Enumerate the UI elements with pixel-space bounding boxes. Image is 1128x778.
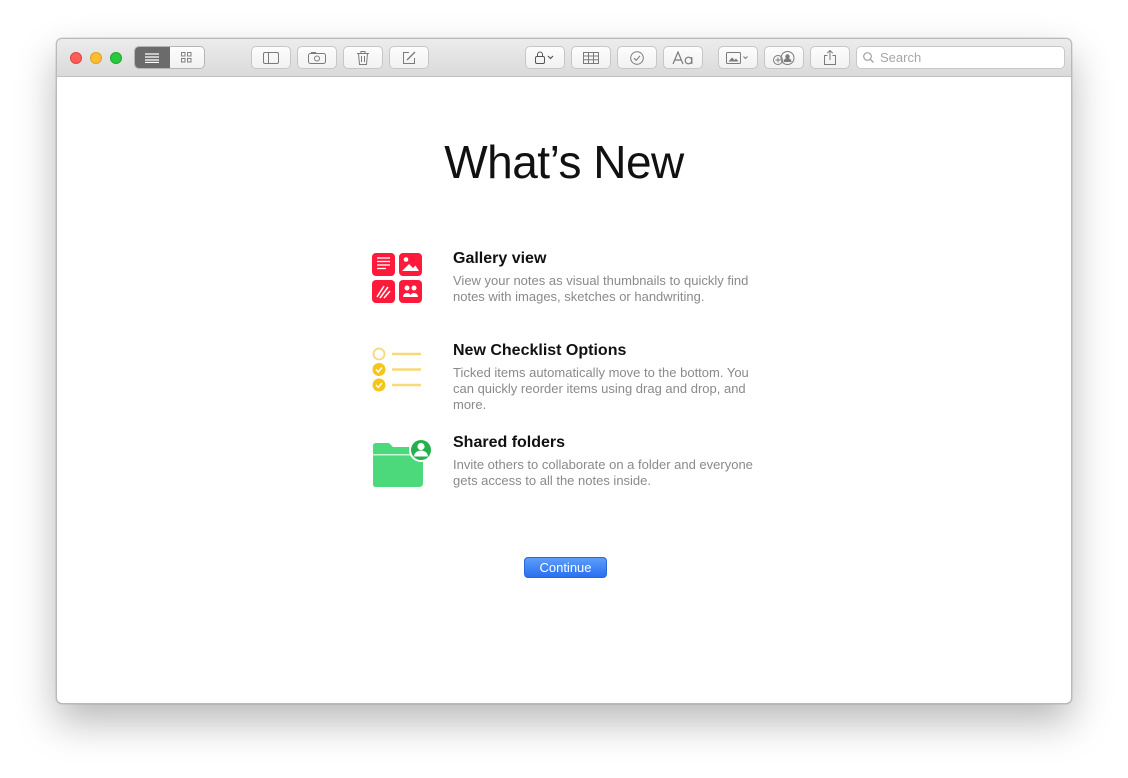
format-button[interactable] <box>663 46 703 69</box>
gallery-view-feature-icon <box>372 253 422 303</box>
share-icon <box>824 50 836 65</box>
photo-icon <box>726 51 748 64</box>
text-format-icon <box>672 50 693 64</box>
list-view-icon <box>145 52 160 63</box>
insert-table-button[interactable] <box>571 46 611 69</box>
list-view-button[interactable] <box>135 47 170 68</box>
gallery-view-button[interactable] <box>169 47 204 68</box>
trash-icon <box>357 50 369 65</box>
share-button[interactable] <box>810 46 850 69</box>
checkmark-circle-icon <box>630 50 644 65</box>
feature-description: View your notes as visual thumbnails to … <box>453 273 749 304</box>
lock-note-button[interactable] <box>525 46 565 69</box>
compose-icon <box>403 51 416 64</box>
attachments-browser-button[interactable] <box>297 46 337 69</box>
add-people-button[interactable] <box>764 46 804 69</box>
toolbar <box>57 39 1071 77</box>
minimize-window-button[interactable] <box>90 52 102 64</box>
delete-note-button[interactable] <box>343 46 383 69</box>
feature-title: New Checklist Options <box>453 342 627 359</box>
gallery-view-icon <box>181 52 192 63</box>
feature-title: Shared folders <box>453 434 566 451</box>
search-field[interactable] <box>856 46 1065 69</box>
feature-description: Ticked items automatically move to the b… <box>453 365 749 412</box>
search-icon <box>863 52 874 63</box>
feature-shared-folders: Shared folders Invite others to collabor… <box>371 434 771 504</box>
feature-description: Invite others to collaborate on a folder… <box>453 457 753 488</box>
feature-gallery-view: Gallery view View your notes as visual t… <box>371 250 771 320</box>
feature-checklist-options: New Checklist Options Ticked items autom… <box>371 342 771 422</box>
checklist-feature-icon <box>372 347 421 392</box>
shared-folder-feature-icon <box>373 438 433 487</box>
search-input[interactable] <box>880 50 1050 65</box>
zoom-window-button[interactable] <box>110 52 122 64</box>
sidebar-icon <box>263 51 279 64</box>
feature-title: Gallery view <box>453 250 547 267</box>
notes-window: What’s New Gallery view View your notes … <box>56 38 1072 704</box>
table-icon <box>583 51 599 64</box>
continue-button[interactable]: Continue <box>524 557 607 578</box>
toggle-sidebar-button[interactable] <box>251 46 291 69</box>
insert-media-button[interactable] <box>718 46 758 69</box>
attachments-icon <box>308 51 326 64</box>
close-window-button[interactable] <box>70 52 82 64</box>
new-note-button[interactable] <box>389 46 429 69</box>
view-mode-segmented-control <box>134 46 205 69</box>
page-title: What’s New <box>444 136 684 188</box>
add-person-icon <box>773 50 795 65</box>
lock-icon <box>535 51 554 64</box>
checklist-button[interactable] <box>617 46 657 69</box>
